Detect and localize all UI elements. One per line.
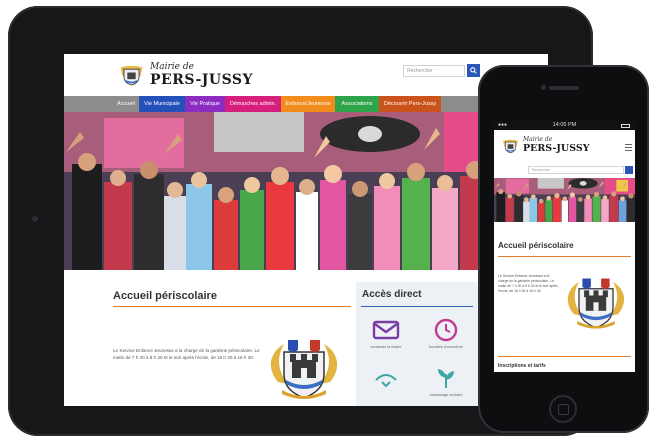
section-title: Accueil périscolaire	[113, 290, 217, 302]
tile-hours[interactable]: horaires d'ouverture	[416, 312, 476, 356]
tablet-screen: Mairie de PERS-JUSSY Rechercher Accueil …	[64, 54, 548, 406]
nav-item-decouvrir[interactable]: Découvrir Pers-Jussy	[379, 96, 441, 112]
content-area: Accueil périscolaire Le Service Enfance …	[64, 270, 548, 406]
envelope-icon	[372, 320, 400, 340]
nav-item-accueil[interactable]: Accueil	[113, 96, 139, 112]
water-icon	[375, 374, 397, 388]
phone-device: ●●● 14:05 PM Mairie de PERS-JUSSY Recher…	[478, 65, 649, 433]
nav-item-vie-pratique[interactable]: Vie Pratique	[185, 96, 225, 112]
tablet-camera	[32, 216, 38, 222]
site-title[interactable]: PERS-JUSSY	[523, 143, 590, 154]
mairie-logo-icon[interactable]	[119, 64, 144, 86]
nav-item-associations[interactable]: Associations	[335, 96, 379, 112]
mobile-section-title: Accueil périscolaire	[498, 241, 574, 250]
search-input[interactable]: Rechercher	[403, 65, 465, 77]
section-paragraph: Le Service Enfance Jeunesse a la charge …	[113, 348, 260, 360]
coat-of-arms-icon	[562, 276, 630, 332]
clock-icon	[434, 318, 458, 342]
tile-label: ramassage scolaire	[429, 393, 463, 397]
hero-photo	[64, 112, 548, 270]
quick-access-underline	[361, 306, 473, 307]
tile-transport[interactable]: ramassage scolaire	[416, 360, 476, 404]
status-bar: ●●● 14:05 PM	[494, 121, 635, 130]
tile-label: horaires d'ouverture	[429, 345, 463, 349]
quick-access-panel: Accès direct contacter la mairie horaire…	[356, 282, 478, 406]
mobile-search-input[interactable]: Rechercher	[528, 166, 624, 174]
status-time: 14:05 PM	[552, 122, 577, 128]
tile-water[interactable]	[356, 360, 416, 404]
main-nav: Accueil Vie Municipale Vie Pratique Déma…	[64, 96, 548, 112]
nav-item-demarches[interactable]: Démarches admin.	[225, 96, 281, 112]
site-header: Mairie de PERS-JUSSY Rechercher	[64, 54, 548, 96]
mobile-divider	[498, 356, 631, 357]
mobile-hero-photo	[494, 178, 635, 222]
hamburger-menu-icon[interactable]	[625, 144, 632, 151]
crowd-photo	[64, 112, 548, 270]
signal-icon: ●●●	[498, 122, 508, 128]
mobile-section-heading: Inscriptions et tarifs	[498, 363, 546, 369]
site-title-script: Mairie de	[150, 62, 194, 72]
phone-screen: ●●● 14:05 PM Mairie de PERS-JUSSY Recher…	[494, 121, 635, 372]
site-title[interactable]: PERS-JUSSY	[150, 72, 253, 88]
search-icon	[470, 67, 477, 74]
nav-item-vie-municipale[interactable]: Vie Municipale	[139, 96, 185, 112]
coat-of-arms-icon	[264, 338, 344, 402]
home-button[interactable]	[549, 395, 577, 423]
mobile-title-underline	[498, 256, 631, 257]
mairie-logo-icon[interactable]	[502, 138, 519, 154]
tile-label: contacter la mairie	[370, 345, 402, 349]
quick-access-title: Accès direct	[362, 289, 422, 300]
plant-icon	[438, 369, 454, 388]
title-underline	[113, 306, 351, 307]
battery-icon	[621, 124, 630, 128]
mobile-search-button[interactable]	[625, 166, 633, 174]
site-title-script: Mairie de	[523, 136, 553, 143]
mobile-section-paragraph: Le Service Enfance Jeunesse a la charge …	[498, 274, 558, 293]
product-mockup: Mairie de PERS-JUSSY Rechercher Accueil …	[0, 0, 651, 436]
phone-camera	[541, 85, 546, 90]
search-button[interactable]	[467, 64, 480, 77]
nav-item-enfance[interactable]: Enfance/Jeunesse	[281, 96, 335, 112]
phone-speaker	[549, 86, 579, 90]
tile-contact[interactable]: contacter la mairie	[356, 312, 416, 356]
crowd-photo	[494, 178, 635, 222]
mobile-header: Mairie de PERS-JUSSY	[494, 130, 635, 167]
